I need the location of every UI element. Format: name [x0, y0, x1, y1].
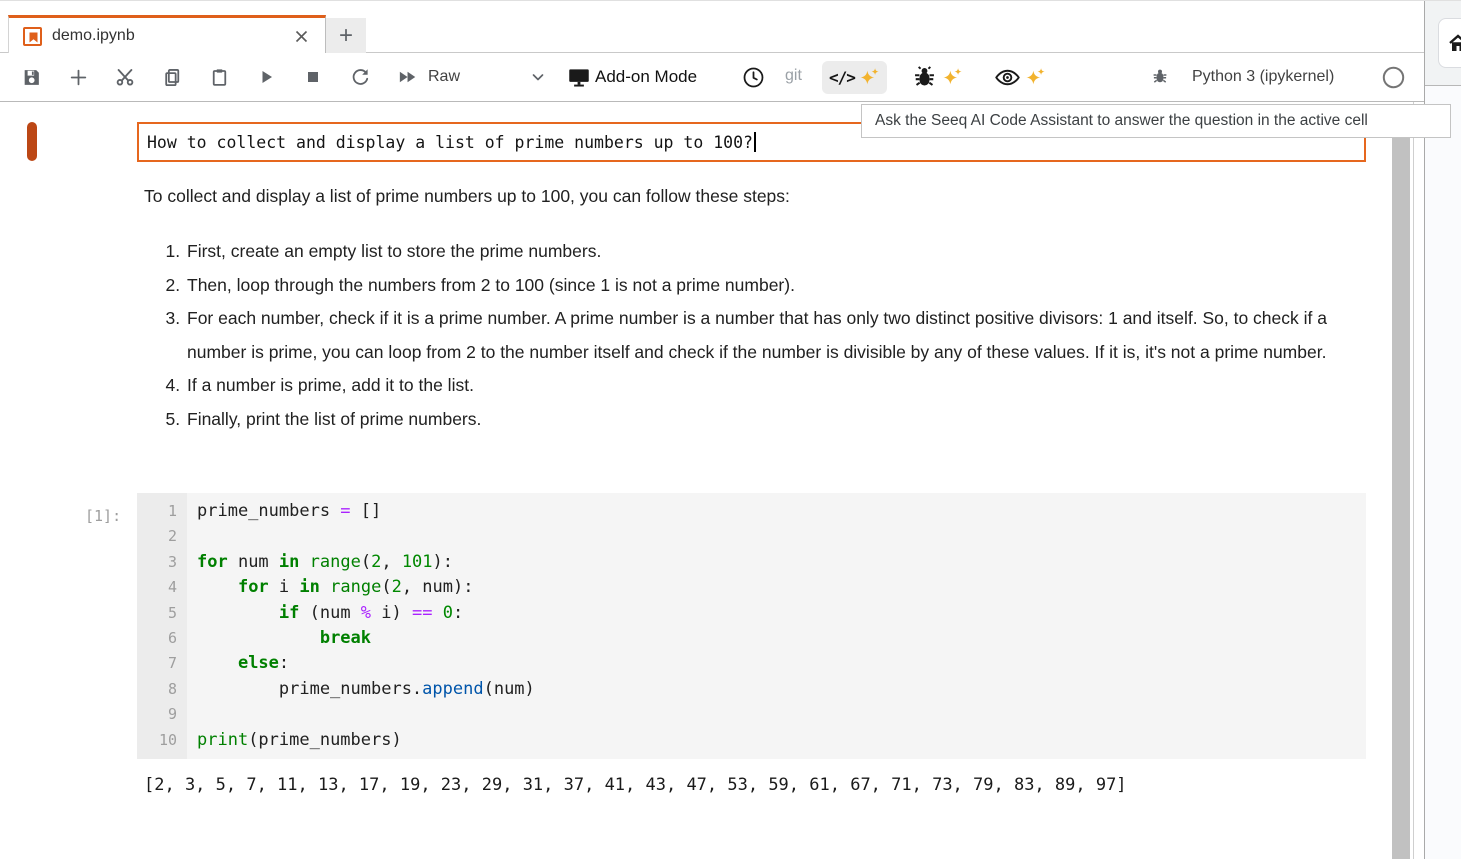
- jupyterlab-window: demo.ipynb +: [0, 0, 1461, 859]
- restart-kernel-icon[interactable]: [349, 66, 371, 88]
- ai-code-assistant-button[interactable]: </>: [822, 61, 887, 94]
- markdown-step: For each number, check if it is a prime …: [185, 302, 1340, 369]
- ai-bug-assistant-button[interactable]: [904, 59, 970, 96]
- notebook-toolbar: Raw Add-on Mode git </>: [0, 53, 1424, 102]
- cell-output: [2, 3, 5, 7, 11, 13, 17, 19, 23, 29, 31,…: [144, 775, 1127, 795]
- save-icon[interactable]: [20, 66, 42, 88]
- home-button[interactable]: [1438, 18, 1461, 68]
- history-clock-icon[interactable]: [742, 66, 765, 94]
- git-label[interactable]: git: [785, 67, 802, 85]
- home-icon: [1447, 32, 1461, 54]
- run-cell-icon[interactable]: [255, 66, 277, 88]
- execution-count: [1]:: [85, 507, 121, 525]
- code-cell-editor[interactable]: 12345678910 prime_numbers = [] for num i…: [137, 493, 1366, 759]
- code-line[interactable]: [197, 524, 1366, 549]
- code-line[interactable]: if (num % i) == 0:: [197, 601, 1366, 626]
- new-tab-button[interactable]: +: [326, 18, 366, 53]
- code-line[interactable]: for i in range(2, num):: [197, 575, 1366, 600]
- code-line[interactable]: prime_numbers = []: [197, 499, 1366, 524]
- kernel-status-icon[interactable]: [1382, 66, 1405, 94]
- code-gutter: 12345678910: [137, 493, 187, 759]
- line-number: 2: [137, 524, 177, 549]
- ai-assistant-tooltip: Ask the Seeq AI Code Assistant to answer…: [861, 104, 1451, 138]
- markdown-step: Finally, print the list of prime numbers…: [185, 403, 1340, 437]
- code-line[interactable]: else:: [197, 651, 1366, 676]
- code-icon: </>: [829, 68, 855, 87]
- text-cursor: [754, 132, 756, 152]
- markdown-step: Then, loop through the numbers from 2 to…: [185, 269, 1340, 303]
- notebook-icon: [23, 27, 42, 46]
- restart-run-all-icon[interactable]: [396, 66, 418, 88]
- tab-title: demo.ipynb: [52, 27, 291, 45]
- line-number: 4: [137, 575, 177, 600]
- active-cell-indicator: [27, 122, 37, 161]
- ai-assistant-buttons: </>: [822, 53, 1053, 101]
- code-line[interactable]: [197, 702, 1366, 727]
- monitor-icon: [566, 65, 592, 89]
- vertical-scrollbar[interactable]: [1392, 130, 1410, 859]
- code-line[interactable]: prime_numbers.append(num): [197, 677, 1366, 702]
- cell-type-dropdown[interactable]: Raw: [428, 53, 546, 101]
- code-line[interactable]: print(prime_numbers): [197, 728, 1366, 753]
- addon-mode-button[interactable]: Add-on Mode: [566, 53, 697, 101]
- sparkle-icon: [940, 66, 963, 89]
- cell-type-value: Raw: [428, 68, 460, 86]
- eye-icon: [994, 65, 1021, 90]
- notebook-area: How to collect and display a list of pri…: [0, 102, 1392, 859]
- sparkle-icon: [1023, 66, 1046, 89]
- kernel-name[interactable]: Python 3 (ipykernel): [1192, 68, 1334, 86]
- line-number: 6: [137, 626, 177, 651]
- bug-icon: [911, 64, 938, 91]
- line-number: 1: [137, 499, 177, 524]
- line-number: 8: [137, 677, 177, 702]
- markdown-steps: First, create an empty list to store the…: [144, 235, 1340, 436]
- addon-mode-label: Add-on Mode: [595, 67, 697, 87]
- close-tab-icon[interactable]: [291, 26, 311, 46]
- right-sidebar-top: [1425, 1, 1461, 86]
- insert-cell-icon[interactable]: [67, 66, 89, 88]
- chevron-down-icon: [530, 69, 546, 85]
- line-number: 3: [137, 550, 177, 575]
- markdown-step: First, create an empty list to store the…: [185, 235, 1340, 269]
- paste-cells-icon[interactable]: [208, 66, 230, 88]
- debugger-bug-icon[interactable]: [1150, 67, 1170, 92]
- markdown-step: If a number is prime, add it to the list…: [185, 369, 1340, 403]
- toolbar-icon-group: [20, 53, 418, 101]
- line-number: 10: [137, 728, 177, 753]
- code-lines: prime_numbers = [] for num in range(2, 1…: [187, 493, 1366, 759]
- panel-divider: [1413, 102, 1414, 859]
- sparkle-icon: [857, 66, 880, 89]
- tab-bar: demo.ipynb +: [0, 1, 1424, 53]
- active-cell-text: How to collect and display a list of pri…: [147, 133, 753, 152]
- cut-cells-icon[interactable]: [114, 66, 136, 88]
- copy-cells-icon[interactable]: [161, 66, 183, 88]
- line-number: 9: [137, 702, 177, 727]
- line-number: 7: [137, 651, 177, 676]
- ai-review-assistant-button[interactable]: [987, 60, 1053, 95]
- markdown-output: To collect and display a list of prime n…: [144, 184, 1340, 436]
- line-number: 5: [137, 601, 177, 626]
- markdown-intro: To collect and display a list of prime n…: [144, 184, 1340, 208]
- code-line[interactable]: for num in range(2, 101):: [197, 550, 1366, 575]
- tab-demo-ipynb[interactable]: demo.ipynb: [8, 15, 326, 54]
- interrupt-kernel-icon[interactable]: [302, 66, 324, 88]
- code-line[interactable]: break: [197, 626, 1366, 651]
